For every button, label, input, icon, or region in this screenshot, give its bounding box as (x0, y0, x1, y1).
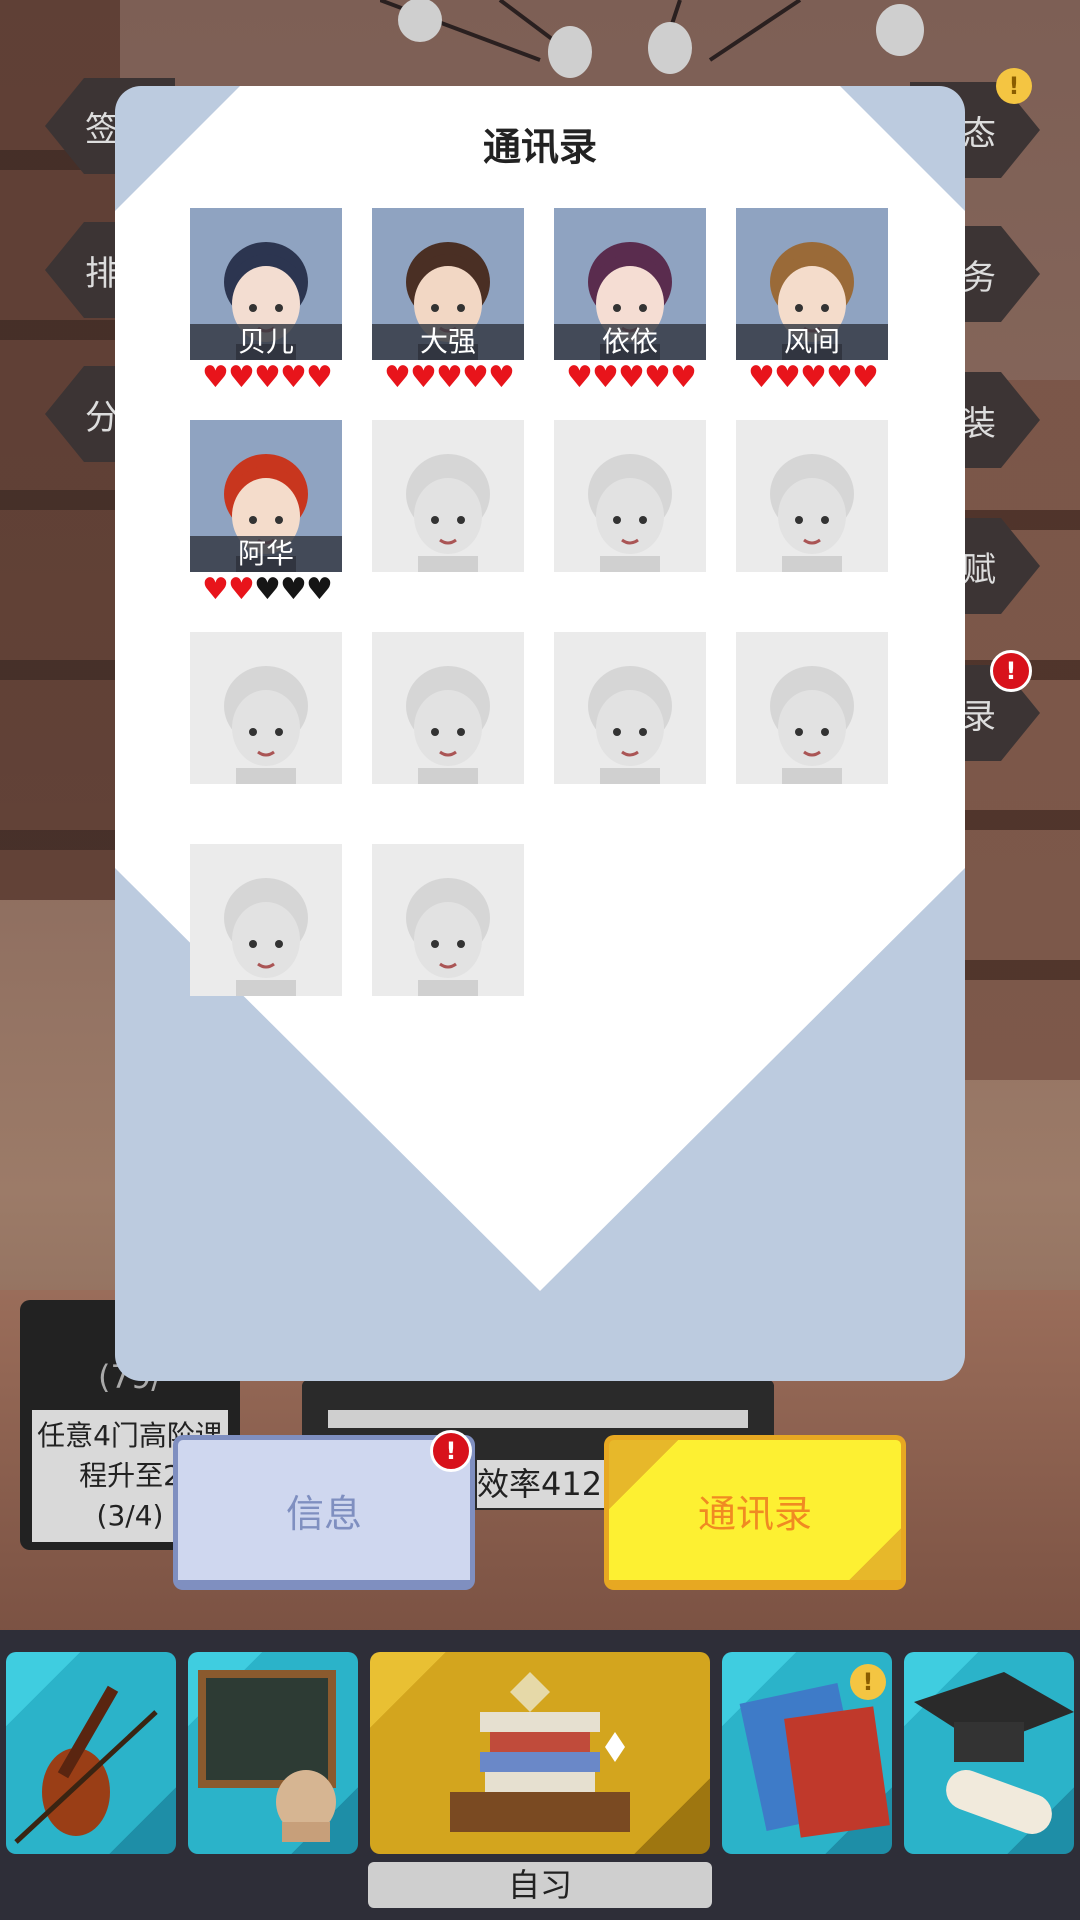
heart-icon: ♥ (644, 360, 671, 395)
avatar-face-icon (588, 454, 672, 572)
warning-icon: ! (850, 1664, 886, 1700)
contact-avatar (190, 632, 342, 784)
graduation-cap-icon (914, 1672, 1074, 1834)
study-books-icon (450, 1672, 630, 1832)
heart-icon: ♥ (202, 360, 229, 395)
violin-icon (14, 1685, 158, 1844)
affection-hearts: ♥ ♥ ♥ ♥ ♥ (566, 360, 697, 395)
avatar-face-icon (588, 666, 672, 784)
heart-icon: ♥ (852, 360, 879, 395)
avatar-face-icon (406, 454, 490, 572)
nav-writing[interactable]: ! (722, 1652, 892, 1854)
contact-card[interactable]: 贝儿 ♥ ♥ ♥ ♥ ♥ (190, 208, 342, 393)
contact-avatar (372, 844, 524, 996)
efficiency-bar (328, 1410, 748, 1428)
nav-graduation[interactable] (904, 1652, 1074, 1854)
tab-contacts-label: 通讯录 (697, 1491, 812, 1536)
contact-name: 贝儿 (190, 324, 342, 360)
contact-card[interactable]: 阿华 ♥ ♥ ♥ ♥ ♥ (190, 420, 342, 605)
heart-icon: ♥ (254, 572, 281, 607)
side-menu-label: 赋 (962, 549, 996, 590)
heart-icon: ♥ (826, 360, 853, 395)
contact-avatar (190, 844, 342, 996)
locked-contact-card[interactable] (372, 844, 524, 996)
locked-contact-card[interactable] (372, 420, 524, 572)
contact-name: 阿华 (190, 536, 342, 572)
avatar-face-icon (224, 878, 308, 996)
heart-icon: ♥ (280, 360, 307, 395)
heart-icon: ♥ (618, 360, 645, 395)
affection-hearts: ♥ ♥ ♥ ♥ ♥ (202, 572, 333, 607)
nav-active-label: 自习 (368, 1862, 712, 1908)
contact-avatar (372, 420, 524, 572)
heart-icon: ♥ (592, 360, 619, 395)
avatar-face-icon (770, 666, 854, 784)
side-menu-label: 排 (85, 253, 119, 294)
locked-contact-card[interactable] (190, 844, 342, 996)
heart-icon: ♥ (306, 572, 333, 607)
heart-icon: ♥ (566, 360, 593, 395)
heart-icon: ♥ (254, 360, 281, 395)
avatar-face-icon (406, 666, 490, 784)
tab-info[interactable]: 信息 ! (173, 1430, 475, 1590)
locked-contact-card[interactable] (736, 632, 888, 784)
side-menu-label: 务 (962, 257, 996, 298)
avatar-face-icon (770, 454, 854, 572)
tab-contacts[interactable]: 通讯录 (604, 1435, 906, 1590)
heart-icon: ♥ (306, 360, 333, 395)
locked-contact-card[interactable] (554, 632, 706, 784)
heart-icon: ♥ (462, 360, 489, 395)
side-menu-label: 签 (85, 109, 119, 150)
contact-name: 依依 (554, 324, 706, 360)
heart-icon: ♥ (800, 360, 827, 395)
contact-card[interactable]: 依依 ♥ ♥ ♥ ♥ ♥ (554, 208, 706, 393)
warning-icon: ! (996, 68, 1032, 104)
heart-icon: ♥ (384, 360, 411, 395)
tab-info-label: 信息 (285, 1491, 362, 1536)
nav-lecture[interactable] (188, 1652, 358, 1854)
contact-avatar (736, 420, 888, 572)
heart-icon: ♥ (670, 360, 697, 395)
contact-avatar (372, 632, 524, 784)
alert-icon: ! (990, 650, 1032, 692)
heart-icon: ♥ (228, 572, 255, 607)
side-menu-label: 装 (962, 403, 996, 444)
contact-avatar (554, 632, 706, 784)
heart-icon: ♥ (202, 572, 229, 607)
heart-icon: ♥ (410, 360, 437, 395)
locked-contact-card[interactable] (190, 632, 342, 784)
heart-icon: ♥ (436, 360, 463, 395)
nav-self-study[interactable] (370, 1652, 710, 1854)
contact-card[interactable]: 大强 ♥ ♥ ♥ ♥ ♥ (372, 208, 524, 393)
contact-name: 大强 (372, 324, 524, 360)
notification-badge-icon: ! (430, 1430, 472, 1472)
heart-icon: ♥ (228, 360, 255, 395)
locked-contact-card[interactable] (554, 420, 706, 572)
contacts-dialog: 通讯录 贝儿 ♥ ♥ ♥ ♥ ♥ 大强 ♥ ♥ ♥ ♥ ♥ 依依 ♥ ♥ ♥ ♥ ♥ 风间 ♥ ♥ ♥ ♥ ♥ 阿华 ♥ ♥ ♥ ♥ ♥ (115, 86, 965, 1381)
heart-icon: ♥ (488, 360, 515, 395)
locked-contact-card[interactable] (372, 632, 524, 784)
heart-icon: ♥ (774, 360, 801, 395)
efficiency-value: 效率412 (477, 1460, 607, 1508)
affection-hearts: ♥ ♥ ♥ ♥ ♥ (202, 360, 333, 395)
heart-icon: ♥ (748, 360, 775, 395)
contact-card[interactable]: 风间 ♥ ♥ ♥ ♥ ♥ (736, 208, 888, 393)
contact-avatar (554, 420, 706, 572)
affection-hearts: ♥ ♥ ♥ ♥ ♥ (384, 360, 515, 395)
contact-name: 风间 (736, 324, 888, 360)
side-menu-label: 分 (85, 397, 119, 438)
avatar-face-icon (406, 878, 490, 996)
contact-avatar (736, 632, 888, 784)
side-menu-label: 态 (962, 113, 996, 154)
heart-icon: ♥ (280, 572, 307, 607)
nav-music[interactable] (6, 1652, 176, 1854)
affection-hearts: ♥ ♥ ♥ ♥ ♥ (748, 360, 879, 395)
avatar-face-icon (224, 666, 308, 784)
blackboard-icon (198, 1670, 336, 1842)
dialog-title: 通讯录 (482, 125, 597, 169)
locked-contact-card[interactable] (736, 420, 888, 572)
